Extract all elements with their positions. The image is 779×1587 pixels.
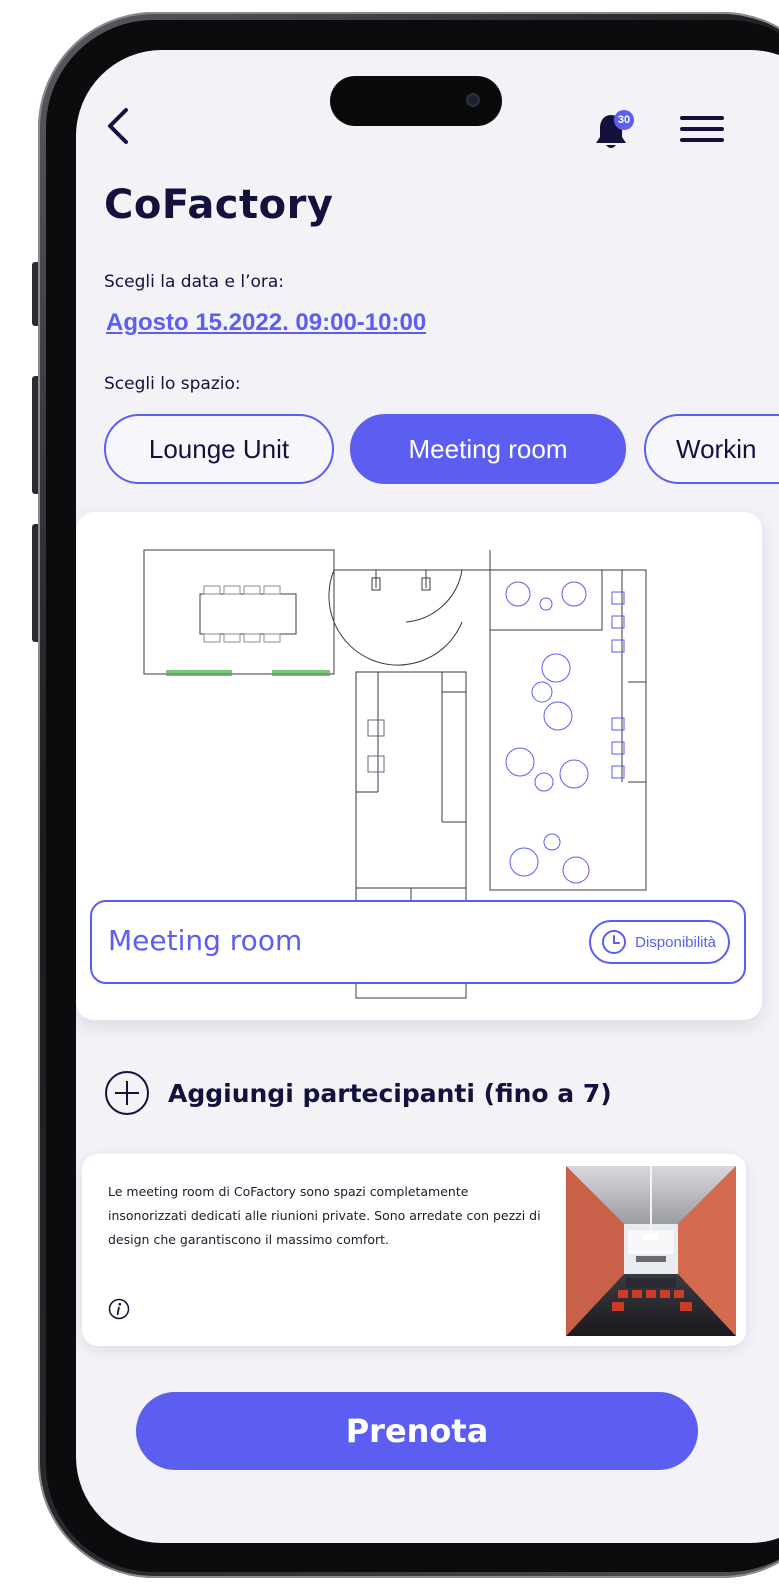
selected-room-bar: Meeting room Disponibilità: [90, 900, 746, 984]
notification-count-badge: 30: [614, 110, 634, 130]
tab-working[interactable]: Workin: [644, 414, 779, 484]
menu-line-3: [680, 138, 724, 142]
dynamic-island: [330, 76, 502, 126]
back-button[interactable]: [104, 106, 134, 146]
room-description-card: Le meeting room di CoFactory sono spazi …: [82, 1154, 746, 1346]
floorplan-card: Meeting room Disponibilità: [76, 512, 762, 1020]
date-prompt: Scegli la data e l’ora:: [104, 272, 285, 292]
info-icon[interactable]: [108, 1298, 130, 1320]
tab-meeting-room[interactable]: Meeting room: [350, 414, 626, 484]
phone-screen: 30 CoFactory Scegli la data e l’ora: Ago…: [76, 50, 779, 1543]
meeting-room-photo: [566, 1166, 736, 1336]
book-button[interactable]: Prenota: [136, 1392, 698, 1470]
menu-line-2: [680, 127, 724, 131]
add-participants-label: Aggiungi partecipanti (fino a 7): [168, 1078, 612, 1108]
page-title: CoFactory: [104, 182, 334, 228]
app-screenshot: 30 CoFactory Scegli la data e l’ora: Ago…: [0, 0, 779, 1587]
hamburger-menu-icon: [680, 116, 724, 120]
availability-button[interactable]: Disponibilità: [589, 920, 730, 964]
chevron-left-icon: [108, 108, 128, 144]
camera-lens: [466, 93, 480, 107]
availability-label: Disponibilità: [635, 933, 716, 951]
plus-circle-icon: [105, 1071, 149, 1115]
add-participants-button[interactable]: Aggiungi partecipanti (fino a 7): [104, 1070, 612, 1116]
space-prompt: Scegli lo spazio:: [104, 374, 241, 394]
datetime-link[interactable]: Agosto 15.2022. 09:00-10:00: [106, 309, 426, 337]
room-description: Le meeting room di CoFactory sono spazi …: [108, 1184, 541, 1247]
tab-lounge-unit[interactable]: Lounge Unit: [104, 414, 334, 484]
selected-room-name: Meeting room: [108, 924, 303, 957]
menu-button[interactable]: [680, 116, 724, 142]
notifications-button[interactable]: 30: [592, 106, 636, 150]
clock-icon: [602, 930, 627, 954]
